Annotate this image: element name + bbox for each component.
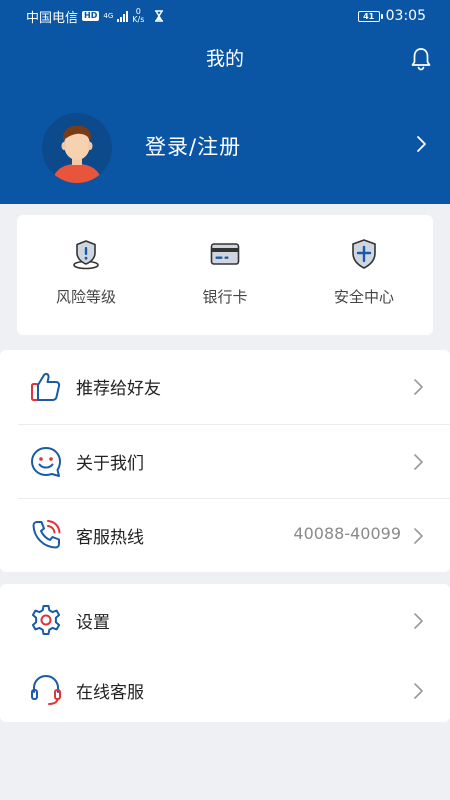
- menu-row-service-hotline[interactable]: 客服热线 40088-40099: [0, 499, 450, 573]
- battery-level: 41: [363, 11, 375, 21]
- quick-action-bank-card[interactable]: 银行卡: [156, 215, 294, 335]
- page-title: 我的: [205, 48, 244, 70]
- menu-row-label: 关于我们: [76, 454, 144, 474]
- quick-action-security-center[interactable]: 安全中心: [295, 215, 433, 335]
- quick-action-label: 风险等级: [55, 288, 116, 306]
- menu-row-recommend[interactable]: 推荐给好友: [0, 350, 450, 424]
- network-speed-unit: K/s: [132, 15, 145, 24]
- status-left: 中国电信 HD 4G 0 K/s: [26, 7, 164, 26]
- avatar[interactable]: [42, 113, 112, 183]
- gear-icon: [31, 605, 61, 635]
- network-speed: 0 K/s: [132, 8, 144, 24]
- menu-row-about-us[interactable]: 关于我们: [0, 425, 450, 499]
- risk-level-icon: [73, 240, 99, 270]
- menu-row-label: 推荐给好友: [76, 379, 161, 399]
- chevron-right-icon: [414, 613, 423, 629]
- battery-icon: 41: [357, 10, 383, 22]
- login-register-link[interactable]: 登录/注册: [145, 131, 241, 161]
- quick-actions-card: 风险等级 银行卡 安全中心: [17, 215, 433, 335]
- menu-row-label: 在线客服: [76, 683, 144, 703]
- hourglass-icon: [155, 10, 164, 22]
- smile-chat-icon: [31, 447, 61, 477]
- quick-action-risk-level[interactable]: 风险等级: [17, 215, 155, 335]
- signal-icon: [117, 10, 129, 22]
- chevron-right-icon: [414, 683, 423, 699]
- status-bar: 中国电信 HD 4G 0 K/s 41 03:05: [0, 0, 450, 32]
- security-shield-icon: [352, 239, 376, 269]
- network-type: 4G: [103, 12, 114, 20]
- hd-badge: HD: [82, 11, 100, 21]
- menu-row-online-service[interactable]: 在线客服: [0, 654, 450, 728]
- menu-group-share: 推荐给好友 关于我们 客服热线 40088-40099: [0, 350, 450, 572]
- chevron-right-icon: [414, 528, 423, 544]
- profile-header: 中国电信 HD 4G 0 K/s 41 03:05 我的 登录/注册: [0, 0, 450, 204]
- clock: 03:05: [385, 8, 426, 24]
- menu-row-label: 客服热线: [76, 528, 144, 548]
- headset-icon: [31, 674, 61, 705]
- menu-group-settings: 设置 在线客服: [0, 584, 450, 722]
- quick-action-label: 安全中心: [333, 288, 394, 306]
- bell-icon[interactable]: [410, 47, 432, 71]
- chevron-right-icon: [414, 379, 423, 395]
- bank-card-icon: [210, 243, 240, 265]
- thumbs-up-icon: [31, 372, 61, 401]
- hotline-number: 40088-40099: [293, 524, 401, 543]
- chevron-right-icon[interactable]: [413, 134, 429, 154]
- carrier-name: 中国电信: [26, 10, 79, 26]
- quick-action-label: 银行卡: [202, 288, 248, 306]
- chevron-right-icon: [414, 454, 423, 470]
- phone-icon: [32, 520, 61, 549]
- menu-row-settings[interactable]: 设置: [0, 584, 450, 658]
- status-right: 41 03:05: [357, 8, 426, 24]
- menu-row-label: 设置: [76, 613, 110, 633]
